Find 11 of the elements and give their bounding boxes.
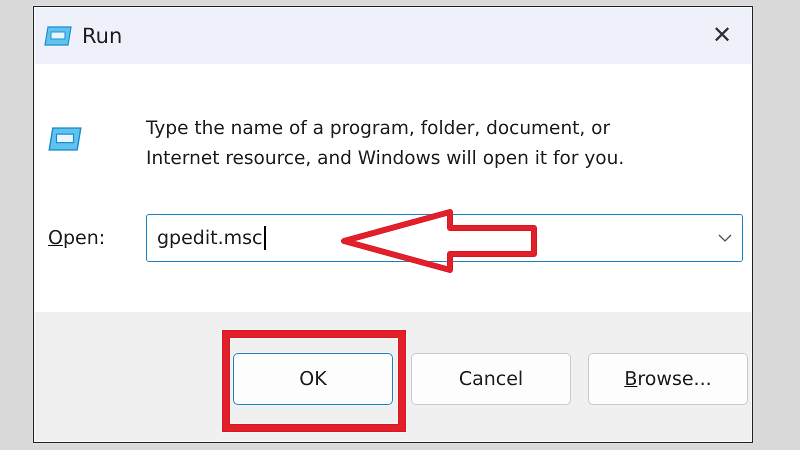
dialog-button[interactable]: Browse... <box>588 353 748 405</box>
window-title: Run <box>82 24 124 48</box>
dialog-button[interactable]: OK <box>233 353 393 405</box>
close-button[interactable]: ✕ <box>706 21 738 50</box>
window-icon <box>44 26 72 46</box>
open-field[interactable]: gpedit.msc <box>146 214 743 262</box>
dropdown-caret-icon[interactable] <box>718 234 732 242</box>
open-label: Open: <box>48 227 106 249</box>
dialog-button[interactable]: Cancel <box>411 353 571 405</box>
run-icon <box>48 126 82 152</box>
instruction-text: Type the name of a program, folder, document, or Internet resource, and Windows will open it for you. <box>146 117 626 171</box>
